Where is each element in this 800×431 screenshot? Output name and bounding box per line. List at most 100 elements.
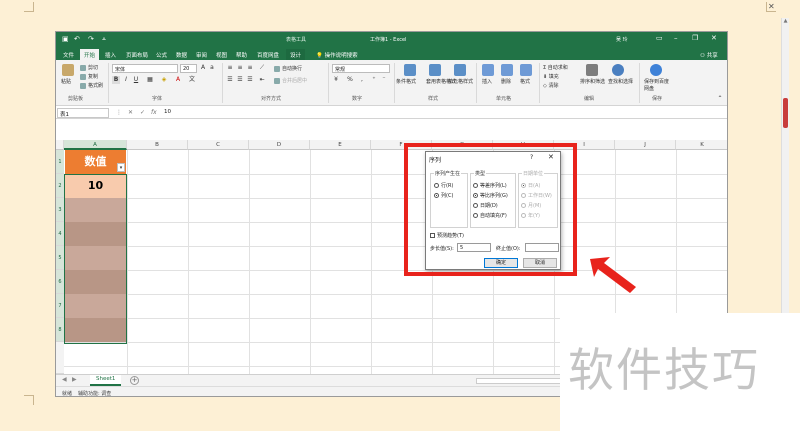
- paste-icon[interactable]: [62, 64, 74, 76]
- row-header-8[interactable]: 8: [56, 318, 64, 342]
- shrink-font-icon[interactable]: a: [208, 64, 216, 72]
- tab-formulas[interactable]: 公式: [152, 49, 171, 60]
- format-as-table-icon[interactable]: [429, 64, 441, 76]
- bold-button[interactable]: B: [112, 76, 120, 84]
- align-left-icon[interactable]: ☰: [226, 76, 234, 84]
- fill-color-icon[interactable]: ◈: [160, 76, 168, 84]
- tab-file[interactable]: 文件: [59, 49, 78, 60]
- select-all-corner[interactable]: [56, 140, 64, 150]
- save-icon[interactable]: ▣: [62, 35, 69, 43]
- tell-me-search[interactable]: 💡 操作说明搜索: [312, 49, 362, 60]
- indent-icon[interactable]: ⇤: [258, 76, 266, 84]
- tab-design[interactable]: 设计: [286, 49, 306, 60]
- delete-cells-icon[interactable]: [501, 64, 513, 76]
- add-sheet-icon[interactable]: +: [130, 376, 139, 385]
- insert-function-button[interactable]: fx: [151, 109, 157, 116]
- number-format-select[interactable]: 常规: [332, 64, 390, 73]
- column-header-c[interactable]: C: [188, 140, 249, 150]
- column-header-j[interactable]: J: [615, 140, 676, 150]
- orientation-icon[interactable]: ⟋: [258, 64, 266, 72]
- next-sheet-icon[interactable]: ▶: [72, 376, 77, 383]
- format-cells-icon[interactable]: [520, 64, 532, 76]
- row-header-3[interactable]: 3: [56, 198, 64, 222]
- scroll-thumb[interactable]: [783, 98, 788, 128]
- column-header-a[interactable]: A: [64, 140, 127, 150]
- percent-button[interactable]: %: [346, 76, 354, 84]
- name-box[interactable]: 表1: [57, 108, 109, 118]
- tab-page-layout[interactable]: 页面布局: [122, 49, 152, 60]
- tab-baidu-netdisk[interactable]: 百度网盘: [253, 49, 283, 60]
- column-header-k[interactable]: K: [676, 140, 727, 150]
- restore-icon[interactable]: ❐: [692, 34, 698, 42]
- cell-styles-button[interactable]: 单元格样式: [448, 78, 473, 85]
- delete-cells-button[interactable]: 删除: [501, 78, 511, 85]
- row-header-2[interactable]: 2: [56, 174, 64, 198]
- share-button[interactable]: ⚇ 共享: [700, 51, 718, 59]
- tab-help[interactable]: 帮助: [232, 49, 251, 60]
- column-header-b[interactable]: B: [127, 140, 188, 150]
- window-close-icon[interactable]: ✕: [711, 34, 717, 42]
- row-header-6[interactable]: 6: [56, 270, 64, 294]
- font-size-select[interactable]: 20: [180, 64, 197, 73]
- undo-icon[interactable]: ↶: [74, 35, 80, 43]
- align-right-icon[interactable]: ☰: [246, 76, 254, 84]
- scroll-up-icon[interactable]: ▲: [782, 18, 789, 24]
- tab-insert[interactable]: 插入: [101, 49, 120, 60]
- currency-button[interactable]: ¥: [332, 76, 340, 84]
- row-header-1[interactable]: 1: [56, 150, 64, 174]
- collapse-ribbon-icon[interactable]: ⌃: [716, 95, 724, 103]
- align-center-icon[interactable]: ☰: [236, 76, 244, 84]
- close-icon[interactable]: ✕: [768, 2, 775, 11]
- conditional-format-icon[interactable]: [404, 64, 416, 76]
- copy-button[interactable]: 复制: [80, 73, 98, 80]
- paste-button[interactable]: 粘贴: [61, 78, 71, 85]
- row-header-4[interactable]: 4: [56, 222, 64, 246]
- sort-filter-icon[interactable]: [586, 64, 598, 76]
- baidu-cloud-icon[interactable]: [650, 64, 662, 76]
- conditional-format-button[interactable]: 条件格式: [396, 78, 416, 85]
- user-name[interactable]: 吴 玲: [616, 36, 628, 43]
- save-to-netdisk-button[interactable]: 保存到百度网盘: [644, 78, 672, 92]
- sort-filter-button[interactable]: 排序和筛选: [580, 78, 605, 85]
- border-icon[interactable]: ▦: [146, 76, 154, 84]
- increase-decimal-icon[interactable]: ⁺: [370, 76, 378, 84]
- confirm-entry-icon[interactable]: ✓: [140, 109, 145, 116]
- row-header-7[interactable]: 7: [56, 294, 64, 318]
- customize-icon[interactable]: ⩡: [102, 35, 106, 44]
- fill-button[interactable]: ⬇ 填充: [543, 73, 559, 80]
- tab-data[interactable]: 数据: [172, 49, 191, 60]
- ribbon-display-icon[interactable]: ▭: [656, 34, 663, 42]
- prev-sheet-icon[interactable]: ◀: [62, 376, 67, 383]
- insert-cells-icon[interactable]: [482, 64, 494, 76]
- align-top-icon[interactable]: ≡: [226, 64, 234, 72]
- cut-button[interactable]: 剪切: [80, 64, 98, 71]
- grow-font-icon[interactable]: A: [199, 64, 207, 72]
- row-header-5[interactable]: 5: [56, 246, 64, 270]
- insert-cells-button[interactable]: 插入: [482, 78, 492, 85]
- format-painter-button[interactable]: 格式刷: [80, 82, 103, 89]
- clear-button[interactable]: ◇ 清除: [543, 82, 558, 89]
- column-header-e[interactable]: E: [310, 140, 371, 150]
- find-select-button[interactable]: 查找和选择: [608, 78, 633, 85]
- sheet-tab-sheet1[interactable]: Sheet1: [90, 375, 122, 386]
- column-header-d[interactable]: D: [249, 140, 310, 150]
- tab-home[interactable]: 开始: [80, 49, 100, 60]
- underline-button[interactable]: U: [132, 76, 140, 84]
- redo-icon[interactable]: ↷: [88, 35, 94, 43]
- accessibility-status[interactable]: 辅助功能: 调查: [78, 390, 111, 396]
- autosum-button[interactable]: Σ 自动求和: [543, 64, 568, 71]
- comma-button[interactable]: ,: [358, 76, 366, 84]
- tab-review[interactable]: 审阅: [192, 49, 211, 60]
- merge-center-button[interactable]: 合并后居中: [274, 77, 307, 84]
- cancel-entry-icon[interactable]: ✕: [128, 109, 133, 116]
- align-middle-icon[interactable]: ≡: [236, 64, 244, 72]
- filter-dropdown-icon[interactable]: ▾: [117, 163, 125, 172]
- font-name-select[interactable]: 宋体: [112, 64, 178, 73]
- align-bottom-icon[interactable]: ≡: [246, 64, 254, 72]
- formula-input[interactable]: 10: [164, 109, 171, 115]
- format-cells-button[interactable]: 格式: [520, 78, 530, 85]
- phonetic-icon[interactable]: 文: [188, 76, 196, 84]
- decrease-decimal-icon[interactable]: ⁻: [380, 76, 388, 84]
- cell-styles-icon[interactable]: [454, 64, 466, 76]
- tab-view[interactable]: 视图: [212, 49, 231, 60]
